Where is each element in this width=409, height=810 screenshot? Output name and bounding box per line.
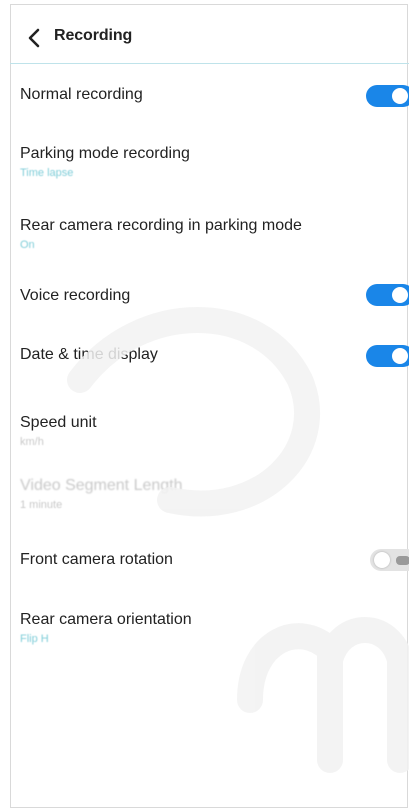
setting-label: Speed unit — [20, 414, 97, 431]
setting-row-date-time-display[interactable]: Date & time display — [20, 345, 409, 365]
setting-label: Date & time display — [20, 346, 158, 363]
screen-frame — [10, 4, 408, 808]
setting-row-rear-camera-parking[interactable]: Rear camera recording in parking mode On — [20, 216, 409, 252]
setting-label: Front camera rotation — [20, 551, 173, 568]
voice-recording-toggle[interactable] — [366, 284, 409, 306]
setting-value: Flip H — [20, 633, 49, 645]
back-chevron-icon[interactable] — [24, 26, 44, 50]
setting-value: 1 minute — [20, 499, 63, 511]
setting-value: Time lapse — [20, 167, 74, 179]
setting-row-normal-recording[interactable]: Normal recording — [20, 85, 409, 105]
setting-label: Voice recording — [20, 287, 131, 304]
setting-row-rear-camera-orientation[interactable]: Rear camera orientation Flip H — [20, 610, 409, 646]
setting-label: Normal recording — [20, 86, 143, 103]
setting-row-parking-mode-recording[interactable]: Parking mode recording Time lapse — [20, 144, 409, 180]
setting-row-speed-unit[interactable]: Speed unit km/h — [20, 413, 409, 449]
front-camera-rotation-toggle[interactable] — [370, 549, 409, 571]
setting-value: km/h — [20, 436, 44, 448]
setting-row-voice-recording[interactable]: Voice recording — [20, 286, 409, 306]
setting-row-video-segment: Video Segment Length 1 minute — [20, 476, 409, 512]
setting-row-front-camera-rotation[interactable]: Front camera rotation — [20, 550, 409, 570]
normal-recording-toggle[interactable] — [366, 85, 409, 107]
setting-value: On — [20, 239, 35, 251]
setting-label: Video Segment Length — [20, 477, 183, 494]
page-title: Recording — [54, 27, 133, 44]
recording-settings-screen: Recording Normal recording Parking mode … — [0, 0, 409, 810]
setting-label: Rear camera orientation — [20, 611, 192, 628]
setting-label: Rear camera recording in parking mode — [20, 217, 302, 234]
setting-label: Parking mode recording — [20, 145, 190, 162]
date-time-display-toggle[interactable] — [366, 345, 409, 367]
